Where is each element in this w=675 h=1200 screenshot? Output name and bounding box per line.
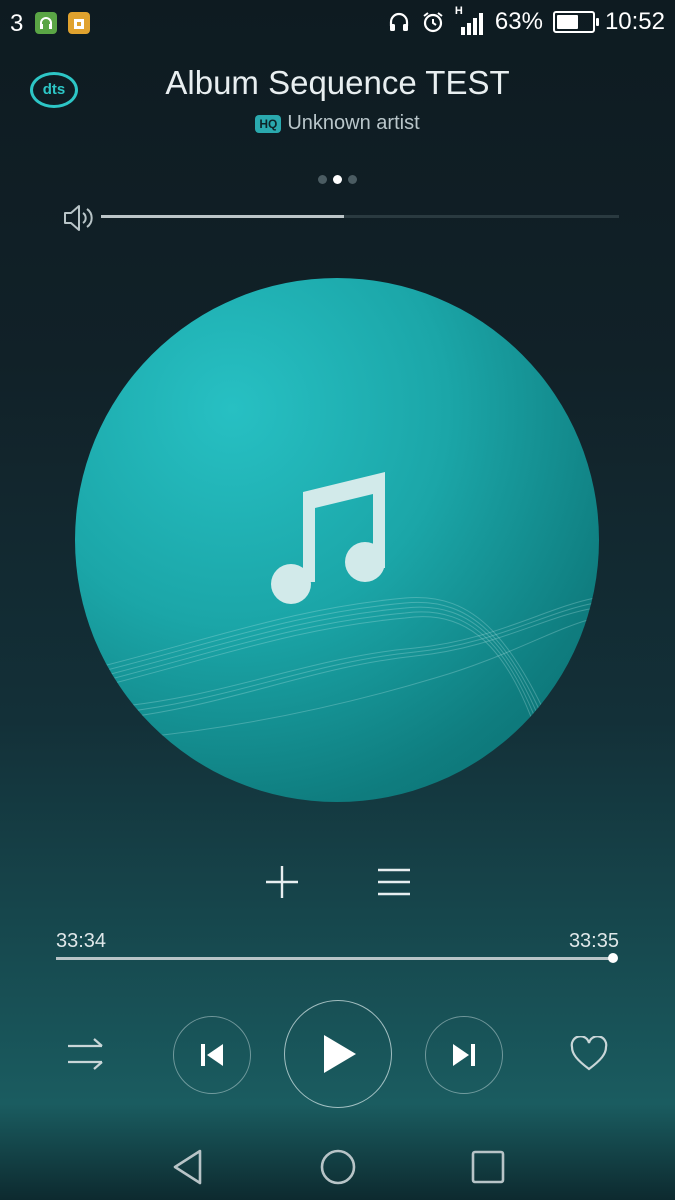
page-indicator[interactable] (0, 175, 675, 184)
song-subtitle: HQ Unknown artist (0, 112, 675, 135)
album-art[interactable] (75, 278, 599, 802)
artist-name: Unknown artist (287, 112, 420, 134)
next-icon (453, 1044, 475, 1066)
progress-thumb[interactable] (608, 953, 619, 963)
status-bar: 3 H 63% 10:52 (0, 0, 675, 48)
volume-slider-fill (101, 215, 345, 218)
hq-badge: HQ (255, 114, 282, 133)
page-dot[interactable] (318, 175, 327, 184)
elapsed-time: 33:34 (56, 930, 107, 952)
shuffle-icon[interactable] (66, 1036, 106, 1072)
total-time: 33:35 (568, 930, 619, 952)
status-right-group: H 63% 10:52 (387, 5, 665, 36)
page-dot[interactable] (333, 175, 342, 184)
signal-icon: H (455, 5, 485, 35)
battery-fill (556, 15, 579, 29)
play-button[interactable] (284, 1000, 392, 1108)
carrier-label: 3 (10, 10, 24, 37)
music-note-icon (271, 472, 385, 604)
heart-icon[interactable] (569, 1036, 609, 1072)
next-button[interactable] (425, 1016, 503, 1094)
speaker-icon[interactable] (62, 203, 96, 233)
clock: 10:52 (604, 8, 665, 35)
page-dot[interactable] (348, 175, 357, 184)
headset-app-icon (35, 12, 57, 34)
home-icon[interactable] (318, 1147, 358, 1187)
volume-slider[interactable] (101, 215, 619, 218)
song-title: Album Sequence TEST (165, 64, 510, 101)
add-to-playlist-button[interactable] (262, 862, 302, 902)
headphones-icon (389, 12, 408, 31)
battery-percentage: 63% (494, 8, 543, 35)
recents-icon[interactable] (470, 1149, 506, 1185)
alarm-icon (423, 12, 443, 33)
progress-bar[interactable] (56, 957, 614, 960)
app-store-icon (68, 12, 90, 34)
previous-icon (201, 1044, 223, 1066)
queue-button[interactable] (374, 862, 414, 902)
back-icon[interactable] (170, 1147, 206, 1187)
battery-icon (552, 11, 599, 33)
play-icon (324, 1035, 356, 1073)
navigation-bar (0, 1135, 675, 1200)
previous-button[interactable] (173, 1016, 251, 1094)
